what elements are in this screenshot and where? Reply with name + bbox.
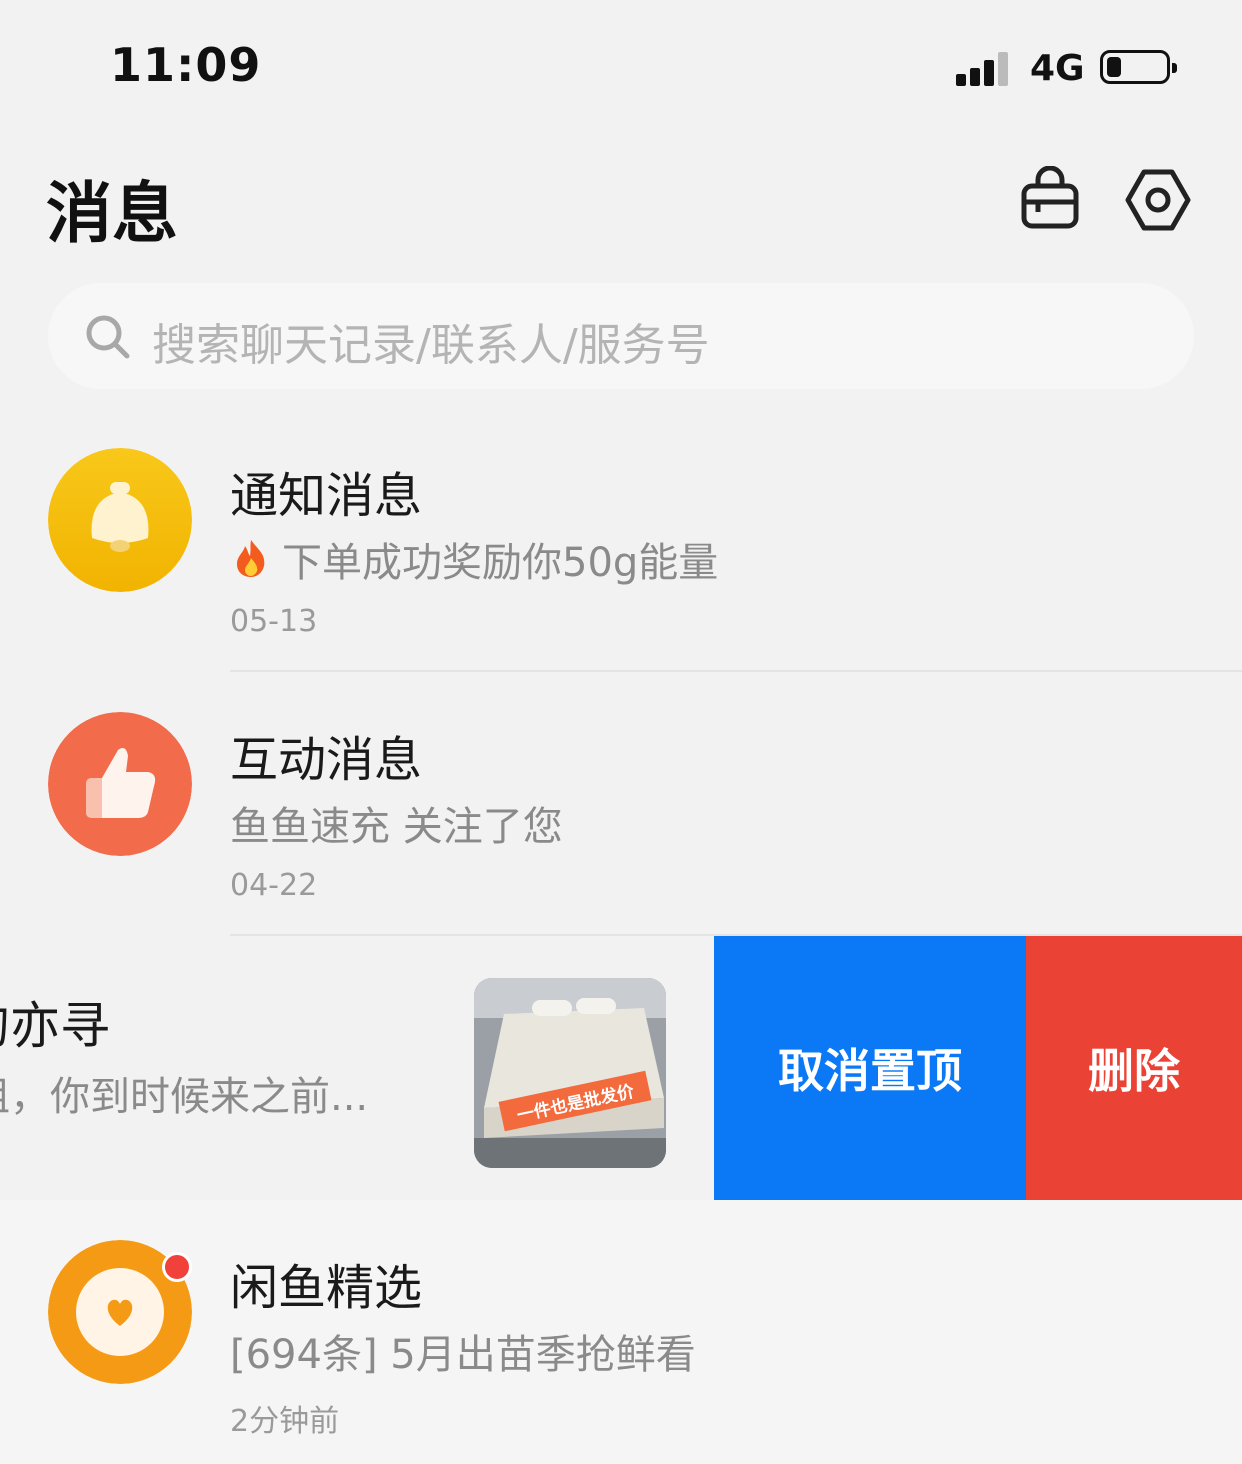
conversation-title: 互动消息 xyxy=(230,732,423,788)
battery-icon xyxy=(1100,50,1177,84)
conversation-time: 2分钟前 xyxy=(230,1404,340,1439)
conversation-title: 闲鱼精选 xyxy=(230,1260,423,1316)
conversation-row-xianyu-picks[interactable]: 闲鱼精选 [694条] 5月出苗季抢鲜看 2分钟前 xyxy=(0,1200,1242,1464)
messages-screen: 11:09 4G 消息 搜索聊天记录/联系人/服务号 通知消息 下单成功奖励你5… xyxy=(0,0,1242,1464)
status-time: 11:09 xyxy=(110,38,262,92)
conversation-preview: 下单成功奖励你50g能量 xyxy=(282,540,719,586)
conversation-row-swiped[interactable]: 的亦寻 姐，你到时候来之前... 一件也是批发价 取消置顶 删除 xyxy=(0,936,1242,1200)
conversation-title: 的亦寻 xyxy=(0,997,110,1055)
shopping-bag-icon[interactable] xyxy=(1016,166,1084,234)
conversation-preview: [694条] 5月出苗季抢鲜看 xyxy=(230,1332,696,1378)
conversation-title: 通知消息 xyxy=(230,468,423,524)
conversation-row-notifications[interactable]: 通知消息 下单成功奖励你50g能量 05-13 xyxy=(0,408,1242,672)
page-title: 消息 xyxy=(46,175,178,252)
conversation-preview: 姐，你到时候来之前... xyxy=(0,1074,369,1120)
search-input[interactable]: 搜索聊天记录/联系人/服务号 xyxy=(152,309,710,373)
fire-icon xyxy=(232,538,270,578)
delete-button[interactable]: 删除 xyxy=(1026,936,1242,1200)
settings-icon[interactable] xyxy=(1124,166,1192,234)
unread-badge xyxy=(162,1252,192,1282)
conversation-time: 04-22 xyxy=(230,868,318,903)
conversation-row-interactions[interactable]: 互动消息 鱼鱼速充 关注了您 04-22 xyxy=(0,672,1242,936)
bell-icon xyxy=(48,448,192,592)
network-label: 4G xyxy=(1030,48,1085,89)
conversation-time: 05-13 xyxy=(230,604,318,639)
search-icon xyxy=(86,315,130,359)
product-thumbnail: 一件也是批发价 xyxy=(474,978,666,1168)
unpin-button[interactable]: 取消置顶 xyxy=(714,936,1026,1200)
search-bar[interactable]: 搜索聊天记录/联系人/服务号 xyxy=(48,283,1194,389)
thumbs-up-icon xyxy=(48,712,192,856)
signal-icon xyxy=(956,50,1012,86)
conversation-preview: 鱼鱼速充 关注了您 xyxy=(230,804,563,850)
